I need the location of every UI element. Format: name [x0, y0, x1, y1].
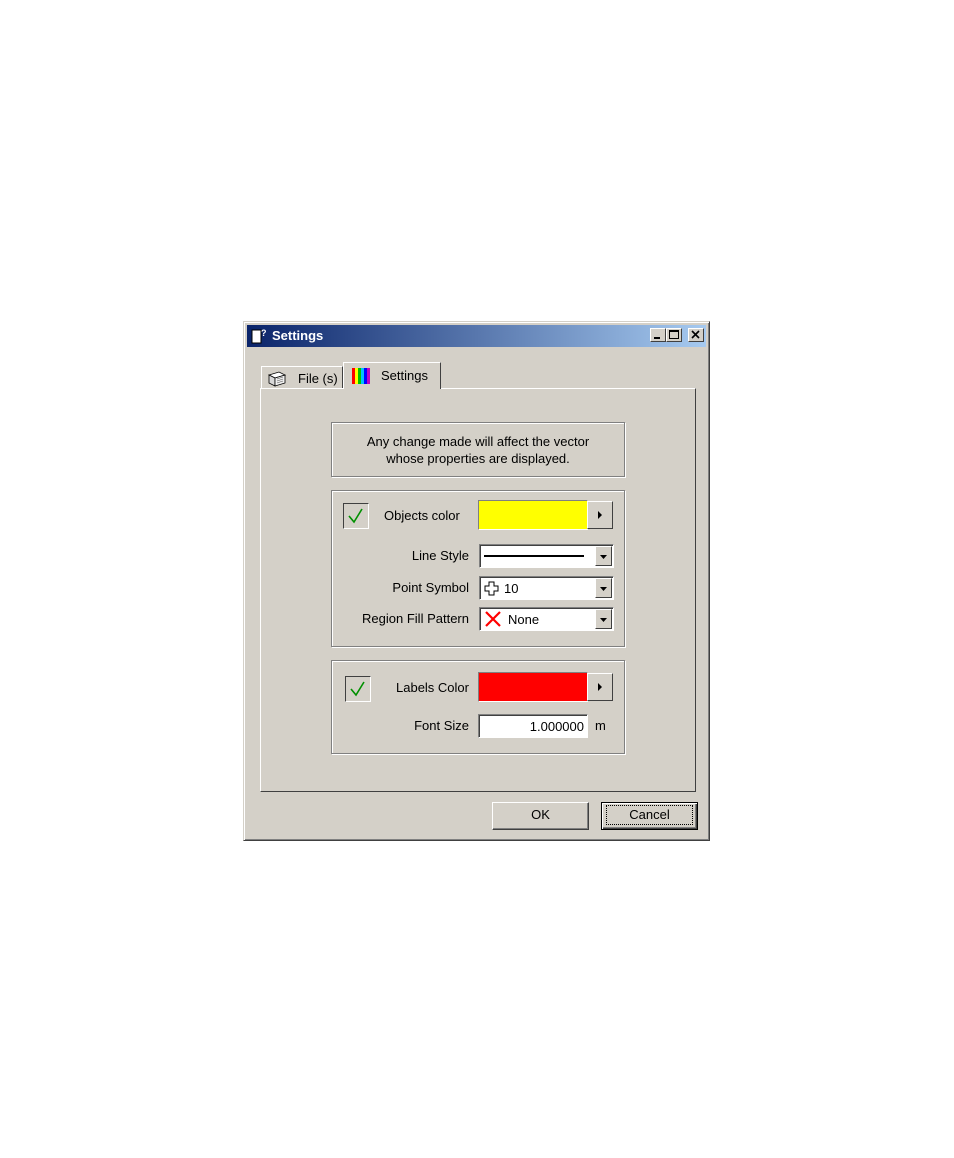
tab-settings[interactable]: Settings: [343, 362, 441, 389]
tab-settings-label: Settings: [381, 368, 428, 383]
objects-color-label: Objects color: [384, 508, 460, 523]
labels-color-picker-button[interactable]: [587, 673, 613, 701]
line-style-label: Line Style: [411, 548, 469, 563]
point-symbol-label: Point Symbol: [392, 580, 469, 595]
cancel-button-label: Cancel: [606, 805, 693, 825]
color-bars-icon: [352, 368, 370, 384]
region-fill-value: None: [508, 612, 540, 627]
tab-files-label: File (s): [298, 371, 338, 386]
font-size-unit: m: [595, 718, 606, 733]
arrow-right-icon: [598, 511, 602, 519]
chevron-down-icon: [600, 587, 607, 591]
objects-group: Objects color Line Style Point Symbol 10: [331, 490, 625, 647]
labels-color-swatch[interactable]: [478, 672, 588, 702]
region-fill-label: Region Fill Pattern: [362, 611, 469, 626]
objects-color-picker-button[interactable]: [587, 501, 613, 529]
region-fill-dropdown-button[interactable]: [595, 609, 612, 629]
point-symbol-value: 10: [504, 581, 519, 596]
close-button[interactable]: [688, 328, 704, 342]
objects-enabled-checkbox[interactable]: [343, 503, 369, 529]
info-line-1: Any change made will affect the vector: [366, 434, 590, 449]
chevron-down-icon: [600, 618, 607, 622]
cancel-button[interactable]: Cancel: [601, 802, 698, 830]
font-size-input[interactable]: 1.000000: [478, 714, 588, 738]
chevron-down-icon: [600, 555, 607, 559]
region-fill-select[interactable]: None: [479, 607, 614, 631]
point-symbol-dropdown-button[interactable]: [595, 578, 612, 598]
solid-line-icon: [484, 555, 584, 557]
info-box: Any change made will affect the vector w…: [331, 422, 625, 477]
objects-color-swatch[interactable]: [478, 500, 588, 530]
point-symbol-select[interactable]: 10: [479, 576, 614, 600]
document-icon: ?: [251, 328, 267, 344]
settings-window: ? Settings File (s) Settings Any change …: [243, 321, 710, 841]
tab-files[interactable]: File (s): [261, 366, 343, 388]
arrow-right-icon: [598, 683, 602, 691]
title-bar[interactable]: ? Settings: [247, 325, 706, 347]
minimize-button[interactable]: [650, 328, 666, 342]
line-style-dropdown-button[interactable]: [595, 546, 612, 566]
labels-color-label: Labels Color: [396, 680, 469, 695]
minimize-icon: [654, 337, 660, 339]
files-icon: [267, 371, 287, 387]
tab-panel: Any change made will affect the vector w…: [260, 388, 696, 792]
svg-text:?: ?: [261, 328, 267, 338]
maximize-icon: [669, 330, 679, 339]
ok-button[interactable]: OK: [492, 802, 589, 830]
plus-symbol-icon: [484, 581, 499, 596]
close-icon: [691, 330, 700, 339]
window-title: Settings: [272, 328, 324, 343]
line-style-select[interactable]: [479, 544, 614, 568]
red-x-icon: [485, 611, 501, 627]
checkmark-icon: [348, 508, 363, 524]
labels-group: Labels Color Font Size 1.000000 m: [331, 660, 625, 754]
info-line-2: whose properties are displayed.: [386, 451, 570, 466]
maximize-button[interactable]: [666, 328, 682, 342]
font-size-label: Font Size: [414, 718, 469, 733]
